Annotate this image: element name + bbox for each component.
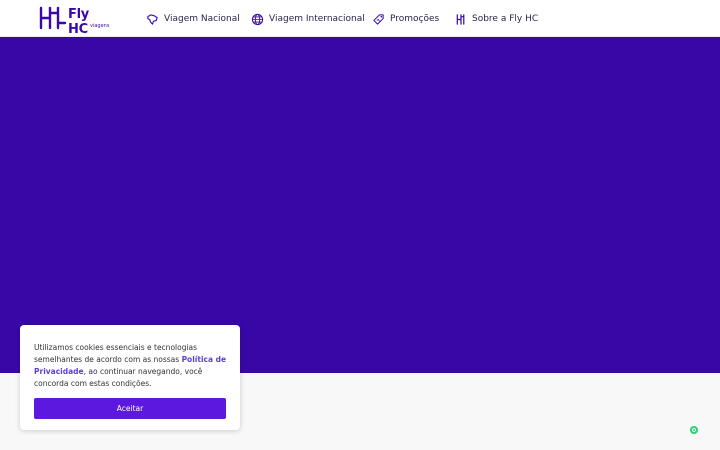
cookie-consent-banner: Utilizamos cookies essenciais e tecnolog… — [20, 325, 240, 430]
logo-name: Fly HC — [68, 7, 89, 37]
fly-hc-logo[interactable]: Fly HC viagens — [38, 4, 110, 37]
globe-icon — [251, 13, 264, 25]
nav-label: Viagem Nacional — [164, 14, 240, 24]
nav-label: Viagem Internacional — [269, 14, 365, 24]
hero-banner — [0, 37, 720, 373]
nav-item-sobre[interactable]: Sobre a Fly HC — [455, 11, 538, 27]
nav-item-promocoes[interactable]: Promoções — [372, 11, 439, 27]
nav-label: Sobre a Fly HC — [472, 14, 539, 24]
logo-subtitle: viagens — [90, 23, 110, 29]
cookie-text-start: Utilizamos cookies essenciais e tecnolog… — [34, 343, 198, 364]
nav-item-viagem-internacional[interactable]: Viagem Internacional — [251, 11, 365, 27]
cookie-message: Utilizamos cookies essenciais e tecnolog… — [34, 342, 230, 390]
tag-plane-icon — [373, 13, 384, 25]
brazil-map-icon — [147, 13, 158, 25]
fly-hc-logo-mark-icon — [39, 6, 67, 30]
fly-hc-mark-icon — [456, 13, 465, 25]
nav-label: Promoções — [390, 14, 440, 24]
nav-item-viagem-nacional[interactable]: Viagem Nacional — [146, 11, 240, 27]
whatsapp-icon[interactable] — [690, 426, 698, 434]
top-header: Fly HC viagens Viagem Nacional Viagem In… — [0, 0, 720, 37]
accept-cookies-button[interactable]: Aceitar — [34, 398, 226, 419]
